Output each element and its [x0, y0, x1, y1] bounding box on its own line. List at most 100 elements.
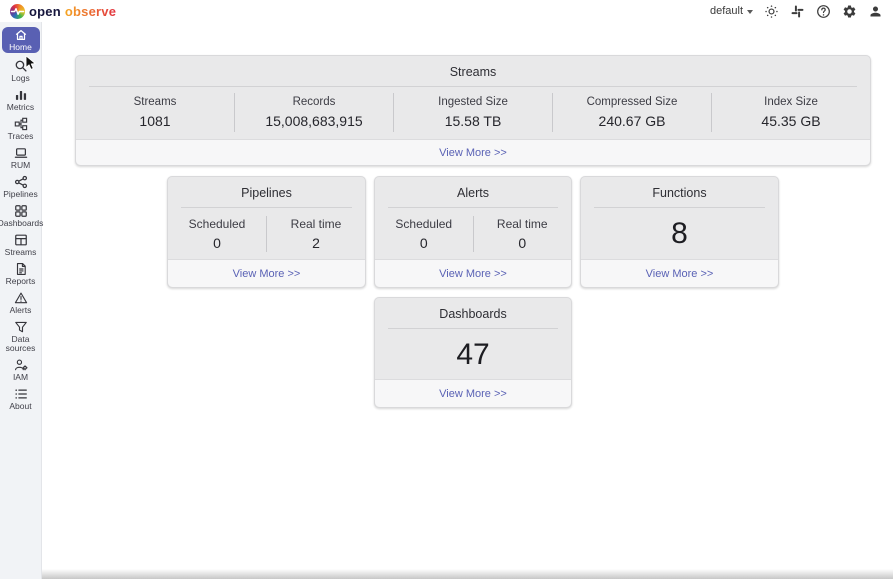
sidebar-item-iam[interactable]: IAM	[0, 355, 42, 384]
view-more-label: View More >>	[439, 268, 507, 280]
sidebar-item-data-sources[interactable]: Data sources	[0, 317, 42, 355]
stat-value: 45.35 GB	[712, 113, 870, 129]
bar-chart-icon	[14, 88, 28, 102]
streams-stats-row: Streams 1081 Records 15,008,683,915 Inge…	[76, 88, 870, 136]
functions-view-more-button[interactable]: View More >>	[581, 259, 778, 287]
view-more-label: View More >>	[233, 268, 301, 280]
view-more-label: View More >>	[646, 268, 714, 280]
logo-text-observe: observe	[65, 4, 116, 19]
user-gear-icon	[14, 358, 28, 372]
sidebar-item-rum[interactable]: RUM	[0, 143, 42, 172]
dashboards-card-title: Dashboards	[375, 298, 571, 321]
alerts-view-more-button[interactable]: View More >>	[375, 259, 571, 287]
list-lines-icon	[14, 387, 28, 401]
main-content: Streams Streams 1081 Records 15,008,683,…	[42, 22, 893, 579]
stat-value: 1081	[76, 113, 234, 129]
funnel-filter-icon	[14, 320, 28, 334]
sidebar-item-label: Data sources	[0, 335, 42, 353]
app-logo[interactable]: open observe	[10, 4, 116, 19]
chevron-down-icon	[747, 10, 753, 14]
sidebar-item-reports[interactable]: Reports	[0, 259, 42, 288]
stat-value: 0	[474, 235, 572, 251]
stat-records: Records 15,008,683,915	[234, 93, 393, 132]
stat-value: 2	[267, 235, 365, 251]
stat-real-time: Real time 0	[474, 217, 572, 251]
sidebar-item-pipelines[interactable]: Pipelines	[0, 172, 42, 201]
sidebar-item-streams[interactable]: Streams	[0, 230, 42, 259]
stat-label: Scheduled	[375, 217, 473, 231]
sidebar-item-label: About	[9, 402, 31, 411]
openobserve-logo-icon	[10, 4, 25, 19]
pipelines-card-title: Pipelines	[168, 177, 365, 200]
alerts-card: Alerts Scheduled 0 Real time 0 View More…	[374, 176, 572, 288]
sidebar-item-alerts[interactable]: Alerts	[0, 288, 42, 317]
stat-index-size: Index Size 45.35 GB	[711, 93, 870, 132]
view-more-label: View More >>	[439, 388, 507, 400]
sidebar-item-label: Reports	[6, 277, 36, 286]
sidebar-item-home[interactable]: Home	[2, 27, 40, 53]
stat-compressed-size: Compressed Size 240.67 GB	[552, 93, 711, 132]
sidebar-item-label: Home	[9, 43, 32, 52]
stat-value: 0	[168, 235, 266, 251]
topbar: open observe default	[0, 0, 893, 22]
sidebar-item-about[interactable]: About	[0, 384, 42, 413]
settings-icon[interactable]	[841, 3, 857, 19]
dashboards-count: 47	[375, 329, 571, 381]
sidebar-item-label: Traces	[8, 132, 34, 141]
bottom-shadow	[42, 569, 893, 579]
account-icon[interactable]	[867, 3, 883, 19]
pipelines-view-more-button[interactable]: View More >>	[168, 259, 365, 287]
dashboards-card: Dashboards 47 View More >>	[374, 297, 572, 408]
stat-value: 240.67 GB	[553, 113, 711, 129]
warning-triangle-icon	[14, 291, 28, 305]
sidebar-nav: Home Logs Metrics	[0, 22, 42, 579]
sidebar-item-label: Streams	[5, 248, 37, 257]
divider	[89, 86, 857, 87]
slack-icon[interactable]	[789, 3, 805, 19]
sidebar-item-dashboards[interactable]: Dashboards	[0, 201, 42, 230]
divider	[388, 207, 558, 208]
stat-scheduled: Scheduled 0	[375, 217, 473, 251]
stat-label: Records	[235, 96, 393, 108]
view-more-label: View More >>	[439, 147, 507, 159]
stat-scheduled: Scheduled 0	[168, 217, 266, 251]
functions-card-title: Functions	[581, 177, 778, 200]
stat-label: Index Size	[712, 96, 870, 108]
streams-card-title: Streams	[76, 56, 870, 79]
stat-streams: Streams 1081	[76, 93, 234, 132]
stat-label: Real time	[474, 217, 572, 231]
grid-tiles-icon	[14, 204, 28, 218]
stat-value: 0	[375, 235, 473, 251]
streams-view-more-button[interactable]: View More >>	[76, 139, 870, 165]
divider	[181, 207, 352, 208]
pipelines-card: Pipelines Scheduled 0 Real time 2 View M…	[167, 176, 366, 288]
organization-label: default	[710, 5, 743, 17]
help-icon[interactable]	[815, 3, 831, 19]
stat-label: Scheduled	[168, 217, 266, 231]
schema-nodes-icon	[14, 117, 28, 131]
stat-real-time: Real time 2	[267, 217, 365, 251]
organization-selector[interactable]: default	[710, 5, 753, 17]
stat-label: Ingested Size	[394, 96, 552, 108]
sidebar-item-label: Pipelines	[3, 190, 38, 199]
dashboards-view-more-button[interactable]: View More >>	[375, 379, 571, 407]
sidebar-item-traces[interactable]: Traces	[0, 114, 42, 143]
stat-value: 15,008,683,915	[235, 113, 393, 129]
stat-value: 15.58 TB	[394, 113, 552, 129]
laptop-icon	[14, 146, 28, 160]
theme-light-icon[interactable]	[763, 3, 779, 19]
alerts-stats-row: Scheduled 0 Real time 0	[375, 210, 571, 258]
functions-card: Functions 8 View More >>	[580, 176, 779, 288]
openobserve-home-screen: open observe default	[0, 0, 893, 579]
sidebar-item-metrics[interactable]: Metrics	[0, 85, 42, 114]
sidebar-item-label: Logs	[11, 74, 29, 83]
sidebar-item-label: RUM	[11, 161, 30, 170]
logo-text-open: open	[29, 4, 61, 19]
sidebar-item-label: IAM	[13, 373, 28, 382]
stat-label: Streams	[76, 96, 234, 108]
streams-summary-card: Streams Streams 1081 Records 15,008,683,…	[75, 55, 871, 166]
functions-count: 8	[581, 208, 778, 260]
topbar-actions: default	[710, 3, 883, 19]
sidebar-item-logs[interactable]: Logs	[0, 56, 42, 85]
sidebar-item-label: Dashboards	[0, 219, 43, 228]
